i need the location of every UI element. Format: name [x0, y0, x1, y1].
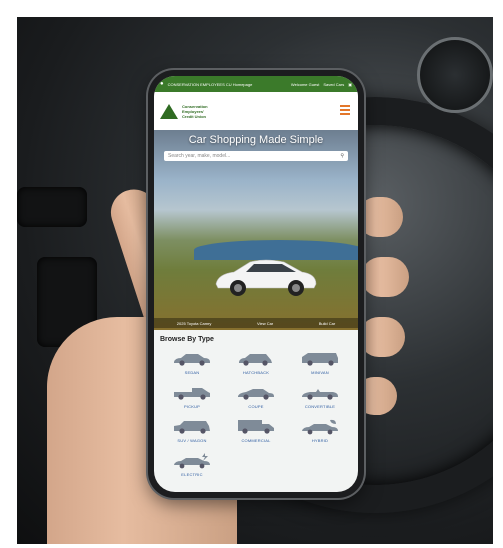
type-pickup[interactable]: PICKUP [160, 385, 224, 409]
car-name: 2025 Toyota Camry [176, 320, 212, 326]
type-sedan[interactable]: SEDAN [160, 351, 224, 375]
hand-finger [361, 257, 409, 297]
type-suv-wagon[interactable]: SUV / WAGON [160, 419, 224, 443]
type-electric[interactable]: ELECTRIC [160, 453, 224, 477]
phone-screen: ● CONSERVATION EMPLOYEES CU Homepage Wel… [154, 76, 358, 492]
commercial-icon [238, 420, 274, 434]
browse-heading: Browse By Type [160, 336, 214, 343]
type-hybrid[interactable]: HYBRID [288, 419, 352, 443]
logo-mountain-icon[interactable] [160, 103, 178, 119]
type-coupe[interactable]: COUPE [224, 385, 288, 409]
car-icon[interactable]: ▣ [348, 82, 352, 87]
welcome-text: Welcome Guest [290, 81, 320, 87]
vehicle-type-grid: SEDAN HATCHBACK MINIVAN PICKUP COUPE CON… [160, 351, 352, 477]
hero-title: Car Shopping Made Simple [188, 134, 324, 146]
hamburger-menu-icon[interactable] [340, 105, 350, 117]
convertible-icon [302, 389, 338, 400]
hand-finger [359, 317, 405, 357]
electric-icon [174, 453, 210, 469]
dashboard-gauge [417, 37, 493, 113]
search-icon[interactable]: ⚲ [340, 151, 344, 161]
pickup-icon [174, 388, 210, 400]
hatchback-icon [239, 354, 272, 366]
top-bar: ● CONSERVATION EMPLOYEES CU Homepage Wel… [154, 76, 358, 92]
hero-caption: 2025 Toyota Camry View Car Build Car [154, 318, 358, 328]
type-commercial[interactable]: COMMERCIAL [224, 419, 288, 443]
air-vent [17, 187, 87, 227]
minivan-icon [302, 353, 338, 366]
type-hatchback[interactable]: HATCHBACK [224, 351, 288, 375]
search-placeholder: Search year, make, model... [168, 153, 231, 159]
logo[interactable]: Conservation Employees' Credit Union [182, 104, 208, 119]
suv-icon [174, 421, 210, 434]
smartphone: ● CONSERVATION EMPLOYEES CU Homepage Wel… [148, 70, 364, 498]
build-car-link[interactable]: Build Car [319, 321, 335, 326]
hybrid-icon [302, 419, 338, 435]
saved-cars-link[interactable]: Saved Cars [323, 82, 344, 87]
header: Conservation Employees' Credit Union [154, 92, 358, 130]
featured-car-image[interactable] [210, 248, 320, 298]
browse-by-type: Browse By Type SEDAN HATCHBACK MINIVAN P… [154, 330, 358, 477]
sedan-icon [174, 354, 210, 366]
coupe-icon [238, 389, 274, 400]
hero-banner: Car Shopping Made Simple Search year, ma… [154, 130, 358, 330]
search-input[interactable]: Search year, make, model... ⚲ [164, 151, 348, 161]
location-link[interactable]: CONSERVATION EMPLOYEES CU Homepage [168, 82, 253, 87]
type-minivan[interactable]: MINIVAN [288, 351, 352, 375]
location-pin-icon: ● [160, 81, 164, 87]
view-car-link[interactable]: View Car [257, 321, 273, 326]
type-convertible[interactable]: CONVERTIBLE [288, 385, 352, 409]
